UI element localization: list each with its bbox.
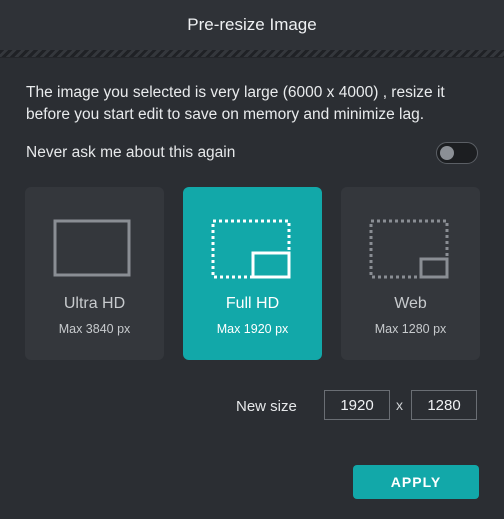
option-sublabel: Max 1920 px	[216, 322, 289, 336]
dialog-title: Pre-resize Image	[187, 15, 317, 34]
new-size-label: New size	[236, 397, 297, 415]
option-ultra-hd[interactable]: Ultra HD Max 3840 px	[25, 187, 164, 360]
toggle-knob	[440, 146, 454, 160]
full-hd-resize-icon	[211, 219, 291, 279]
option-label: Ultra HD	[63, 295, 126, 312]
height-input[interactable]	[411, 390, 477, 420]
pre-resize-dialog: Pre-resize Image The image you selected …	[0, 0, 504, 519]
option-label: Full HD	[225, 295, 280, 312]
option-web[interactable]: Web Max 1280 px	[341, 187, 480, 360]
dialog-description: The image you selected is very large (60…	[26, 84, 445, 123]
never-ask-toggle[interactable]	[436, 142, 478, 164]
ultra-hd-frame-icon	[53, 219, 131, 277]
header-divider	[0, 50, 504, 58]
never-ask-row: Never ask me about this again	[26, 142, 478, 164]
option-sublabel: Max 1280 px	[374, 322, 447, 336]
size-separator: x	[396, 397, 403, 413]
option-sublabel: Max 3840 px	[58, 322, 131, 336]
apply-button[interactable]: APPLY	[353, 465, 479, 499]
dialog-header: Pre-resize Image	[0, 0, 504, 50]
option-label: Web	[394, 295, 427, 312]
never-ask-label: Never ask me about this again	[26, 144, 236, 161]
option-full-hd[interactable]: Full HD Max 1920 px	[183, 187, 322, 360]
width-input[interactable]	[324, 390, 390, 420]
web-resize-icon	[369, 219, 449, 279]
